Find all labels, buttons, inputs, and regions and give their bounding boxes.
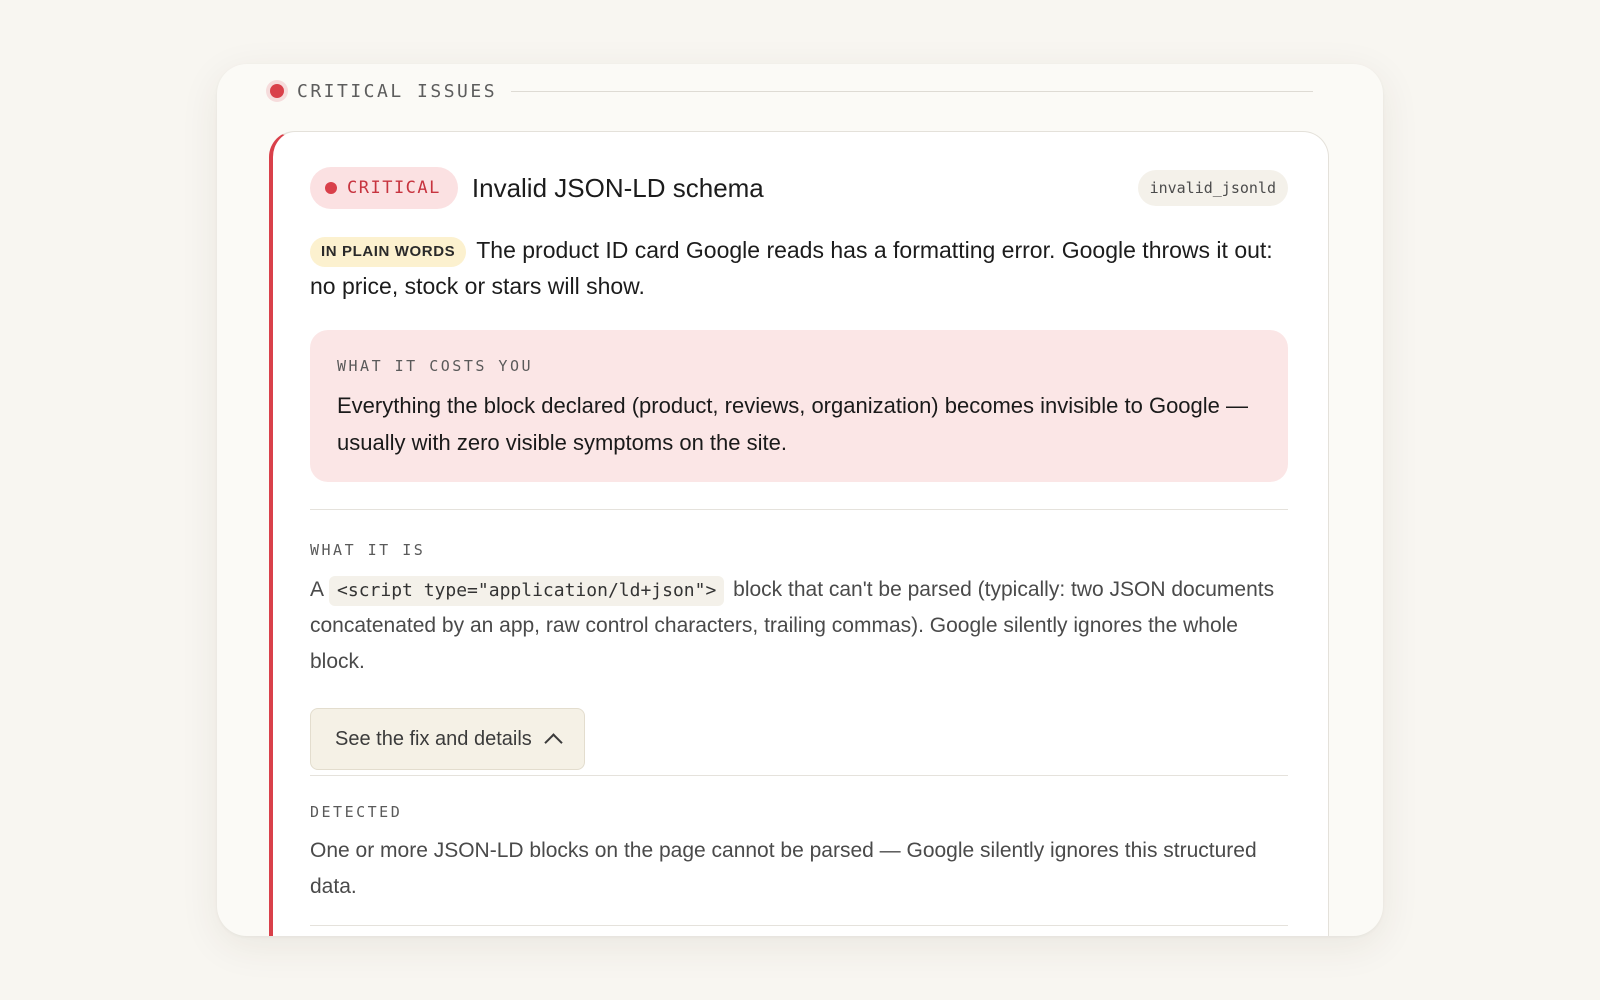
what-it-is-text: A <script type="application/ld+json"> blo… [310, 572, 1288, 680]
plain-words-badge: IN PLAIN WORDS [310, 237, 467, 267]
issue-title: Invalid JSON-LD schema [471, 172, 764, 203]
divider [310, 925, 1288, 926]
section-title: CRITICAL ISSUES [297, 80, 498, 102]
what-it-is-label: WHAT IT IS [310, 541, 426, 559]
detected-label: DETECTED [310, 803, 403, 821]
see-fix-button[interactable]: See the fix and details [310, 708, 585, 770]
cost-label: WHAT IT COSTS YOU [337, 357, 534, 375]
cost-callout: WHAT IT COSTS YOU Everything the block d… [310, 330, 1288, 482]
severity-label: CRITICAL [347, 178, 441, 198]
issue-code-chip: invalid_jsonld [1137, 170, 1288, 206]
red-dot-icon [270, 84, 284, 98]
plain-words-explanation: IN PLAIN WORDS The product ID card Google… [310, 232, 1288, 304]
section-divider [511, 90, 1313, 92]
what-it-is-prefix: A [310, 578, 325, 601]
detected-text: One or more JSON-LD blocks on the page c… [310, 839, 1257, 898]
divider [310, 509, 1288, 510]
inline-code: <script type="application/ld+json"> [329, 576, 725, 606]
issue-card: CRITICAL Invalid JSON-LD schema invalid_… [269, 131, 1329, 936]
issue-title-row: CRITICAL Invalid JSON-LD schema invalid_… [310, 166, 1288, 210]
see-fix-button-label: See the fix and details [335, 727, 532, 750]
issues-panel: CRITICAL ISSUES CRITICAL Invalid JSON-LD… [217, 64, 1383, 936]
divider [310, 775, 1288, 776]
cost-text: Everything the block declared (product, … [337, 393, 1249, 455]
section-header: CRITICAL ISSUES [267, 78, 1313, 104]
red-dot-icon [325, 182, 337, 194]
severity-badge: CRITICAL [310, 167, 458, 209]
chevron-up-icon [544, 733, 563, 752]
